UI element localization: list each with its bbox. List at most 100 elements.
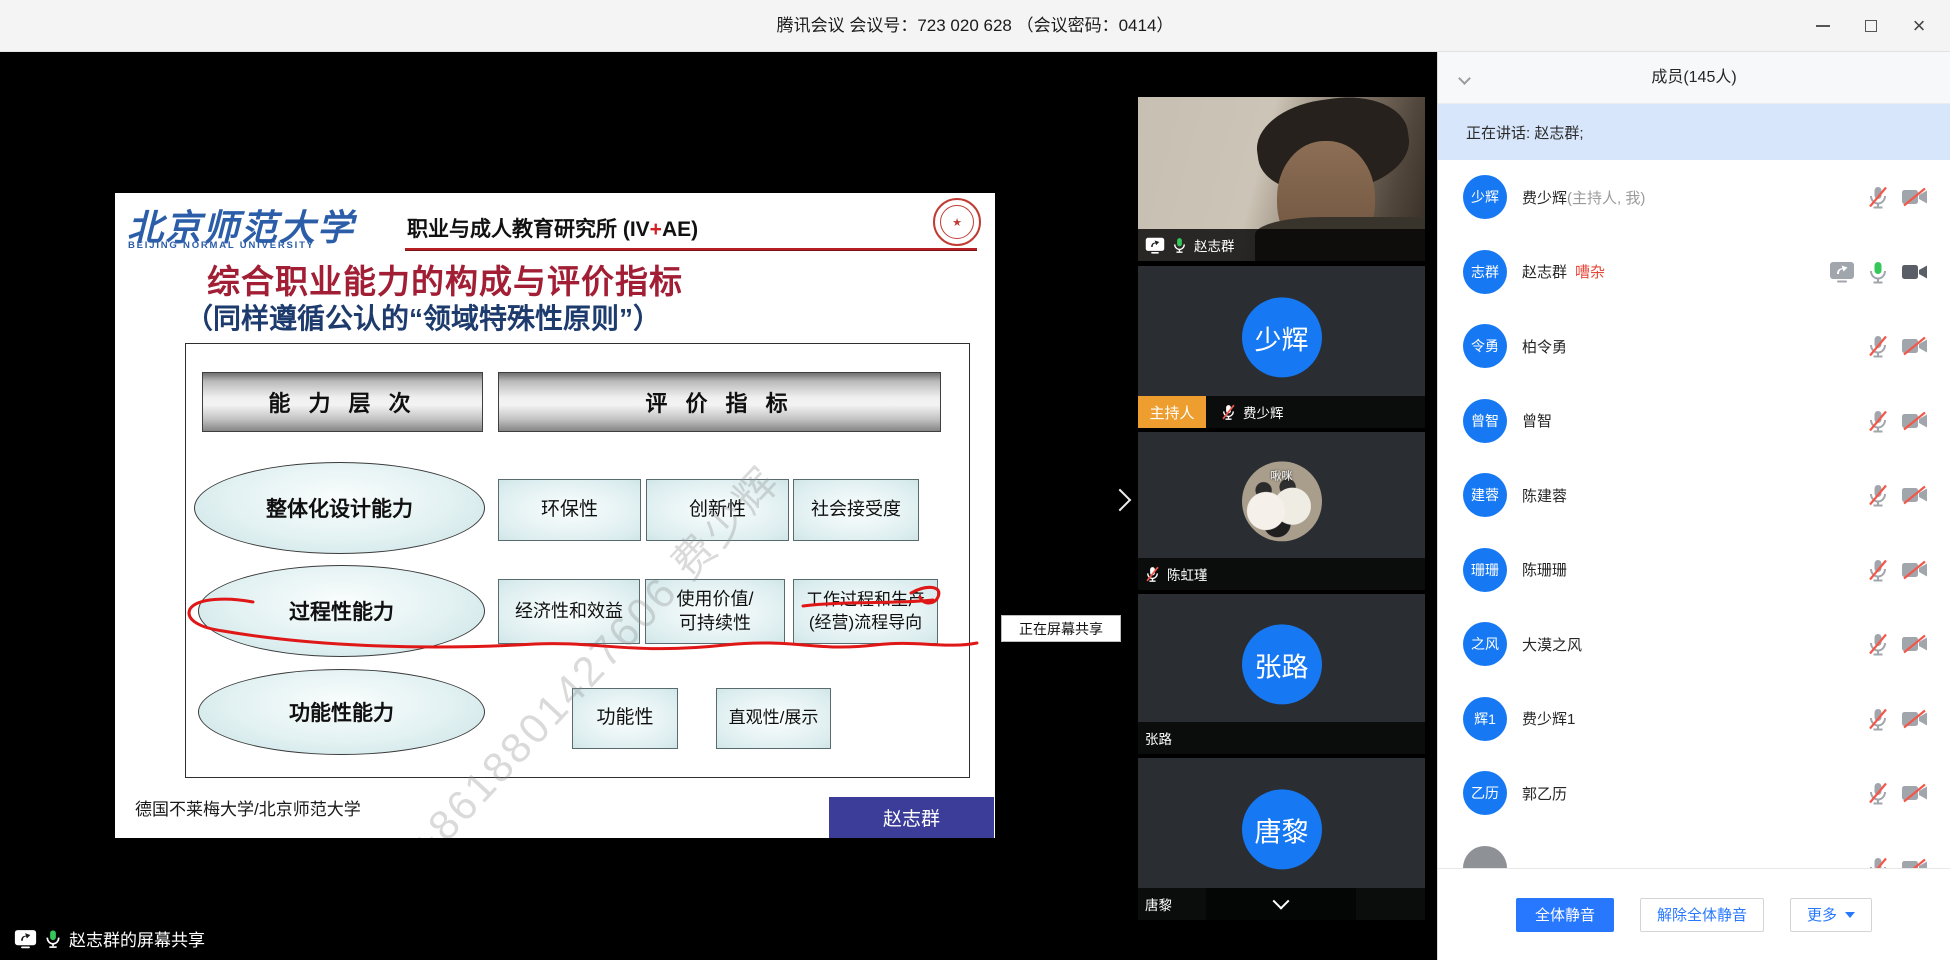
member-row[interactable]: 乙历 郭乙历 bbox=[1438, 756, 1950, 831]
slide-footer-affiliation: 德国不莱梅大学/北京师范大学 bbox=[135, 795, 361, 820]
mic-muted-icon bbox=[1867, 334, 1889, 358]
screen-share-icon bbox=[14, 929, 37, 949]
member-row[interactable]: 曾智 曾智 bbox=[1438, 384, 1950, 459]
tile-label: 主持人 费少辉 bbox=[1138, 396, 1425, 428]
participant-name: 张路 bbox=[1145, 728, 1172, 748]
mic-muted-icon bbox=[1867, 558, 1889, 582]
institute-title: 职业与成人教育研究所 (IV+AE) bbox=[407, 213, 698, 243]
member-panel: 成员(145人) 正在讲话: 赵志群; 少辉 费少辉(主持人, 我) 志群 赵志… bbox=[1437, 52, 1950, 960]
diagram-box: 能 力 层 次 评 价 指 标 整体化设计能力 环保性 创新性 社会接受度 过程… bbox=[185, 343, 970, 778]
member-row[interactable]: 令勇 柏令勇 bbox=[1438, 309, 1950, 384]
avatar: 乙历 bbox=[1463, 771, 1507, 815]
avatar: 张路 bbox=[1242, 624, 1322, 704]
camera-off-icon bbox=[1901, 187, 1928, 207]
tile-label: 张路 bbox=[1138, 722, 1425, 754]
camera-off-icon bbox=[1901, 858, 1928, 868]
member-panel-header: 成员(145人) bbox=[1438, 52, 1950, 104]
mic-on-icon bbox=[1867, 260, 1889, 284]
member-name: 曾智 bbox=[1522, 410, 1552, 431]
share-status-text: 赵志群的屏幕共享 bbox=[69, 926, 205, 951]
minimize-button[interactable] bbox=[1800, 0, 1846, 52]
member-name: 赵志群嘈杂 bbox=[1522, 261, 1605, 282]
mic-on-icon bbox=[44, 928, 62, 949]
university-seal-icon: ★ bbox=[933, 198, 981, 246]
minimize-icon bbox=[1816, 25, 1830, 27]
member-row[interactable]: 志群 赵志群嘈杂 bbox=[1438, 235, 1950, 310]
camera-off-icon bbox=[1901, 485, 1928, 505]
shared-slide: 北京师范大学 BEIJING NORMAL UNIVERSITY 职业与成人教育… bbox=[115, 193, 995, 838]
mic-muted-icon bbox=[1145, 565, 1160, 583]
video-tile-column: 赵志群 少辉 主持人 费少辉 啾咪 bbox=[1138, 52, 1425, 960]
avatar: 曾智 bbox=[1463, 399, 1507, 443]
slide-title: 综合职业能力的构成与评价指标 bbox=[207, 255, 683, 303]
member-row[interactable]: 之风 大漠之风 bbox=[1438, 607, 1950, 682]
camera-off-icon bbox=[1901, 709, 1928, 729]
panda-avatar: 啾咪 bbox=[1242, 461, 1322, 541]
mute-all-button[interactable]: 全体静音 bbox=[1516, 898, 1614, 932]
member-panel-footer: 全体静音 解除全体静音 更多 bbox=[1438, 868, 1950, 960]
mic-on-icon bbox=[1172, 236, 1187, 254]
maximize-button[interactable] bbox=[1848, 0, 1894, 52]
member-row[interactable]: 少辉 费少辉(主持人, 我) bbox=[1438, 160, 1950, 235]
member-name: 陈建蓉 bbox=[1522, 485, 1567, 506]
mic-muted-icon bbox=[1867, 185, 1889, 209]
member-name: 费少辉1 bbox=[1522, 708, 1575, 729]
close-button[interactable]: × bbox=[1896, 0, 1942, 52]
member-row[interactable]: 辉1 费少辉1 bbox=[1438, 682, 1950, 757]
participant-name: 唐黎 bbox=[1145, 894, 1172, 914]
more-button[interactable]: 更多 bbox=[1790, 898, 1872, 932]
tile-label: 陈虹瑾 bbox=[1138, 558, 1425, 590]
participant-name: 费少辉 bbox=[1243, 402, 1284, 422]
indicator-box: 使用价值/可持续性 bbox=[645, 579, 785, 644]
indicator-box: 环保性 bbox=[498, 479, 641, 541]
member-name: 陈珊珊 bbox=[1522, 559, 1567, 580]
tile-label: 赵志群 bbox=[1138, 229, 1425, 261]
indicator-box: 经济性和效益 bbox=[498, 579, 640, 644]
mic-muted-icon bbox=[1867, 707, 1889, 731]
avatar: 建蓉 bbox=[1463, 473, 1507, 517]
member-name: 郭乙历 bbox=[1522, 783, 1567, 804]
screen-share-icon bbox=[1829, 261, 1855, 283]
avatar: 之风 bbox=[1463, 622, 1507, 666]
video-tile[interactable]: 啾咪 陈虹瑾 bbox=[1138, 432, 1425, 590]
mic-muted-icon bbox=[1867, 856, 1889, 868]
avatar: 令勇 bbox=[1463, 324, 1507, 368]
video-tile[interactable]: 唐黎 唐黎 bbox=[1138, 758, 1425, 920]
participant-name: 陈虹瑾 bbox=[1167, 564, 1208, 584]
speaking-banner: 正在讲话: 赵志群; bbox=[1438, 104, 1950, 160]
video-tile[interactable]: 少辉 主持人 费少辉 bbox=[1138, 266, 1425, 428]
screen-share-area: 北京师范大学 BEIJING NORMAL UNIVERSITY 职业与成人教育… bbox=[0, 52, 1437, 960]
member-count-title: 成员(145人) bbox=[1438, 52, 1950, 104]
avatar: 少辉 bbox=[1463, 175, 1507, 219]
camera-off-icon bbox=[1901, 634, 1928, 654]
header-rule bbox=[405, 248, 977, 251]
host-badge: 主持人 bbox=[1138, 396, 1206, 428]
video-tile[interactable]: 张路 张路 bbox=[1138, 594, 1425, 754]
chevron-right-icon[interactable] bbox=[1109, 489, 1132, 512]
video-tile-camera[interactable]: 赵志群 bbox=[1138, 97, 1425, 261]
column-header-indicators: 评 价 指 标 bbox=[498, 372, 941, 432]
member-row[interactable] bbox=[1438, 831, 1950, 869]
member-row[interactable]: 珊珊 陈珊珊 bbox=[1438, 533, 1950, 608]
member-row[interactable]: 建蓉 陈建蓉 bbox=[1438, 458, 1950, 533]
avatar: 唐黎 bbox=[1242, 789, 1322, 869]
camera-off-icon bbox=[1901, 560, 1928, 580]
mic-muted-icon bbox=[1867, 483, 1889, 507]
camera-off-icon bbox=[1901, 336, 1928, 356]
slide-footer-author: 赵志群 bbox=[829, 797, 994, 838]
university-logo-en: BEIJING NORMAL UNIVERSITY bbox=[128, 240, 315, 251]
member-name: 费少辉(主持人, 我) bbox=[1522, 187, 1645, 208]
unmute-all-button[interactable]: 解除全体静音 bbox=[1640, 898, 1764, 932]
avatar: 少辉 bbox=[1242, 297, 1322, 377]
sharing-tooltip: 正在屏幕共享 bbox=[1001, 615, 1121, 642]
indicator-box: 工作过程和生产(经营)流程导向 bbox=[793, 579, 938, 644]
collapse-video-list-button[interactable] bbox=[1206, 888, 1356, 920]
participant-name: 赵志群 bbox=[1194, 235, 1235, 255]
level-ellipse: 过程性能力 bbox=[198, 565, 485, 657]
level-ellipse: 功能性能力 bbox=[198, 669, 485, 755]
level-ellipse: 整体化设计能力 bbox=[194, 462, 485, 554]
camera-off-icon bbox=[1901, 783, 1928, 803]
mic-muted-icon bbox=[1867, 632, 1889, 656]
meeting-title: 腾讯会议 会议号：723 020 628 （会议密码：0414） bbox=[0, 0, 1950, 52]
avatar bbox=[1463, 846, 1507, 868]
